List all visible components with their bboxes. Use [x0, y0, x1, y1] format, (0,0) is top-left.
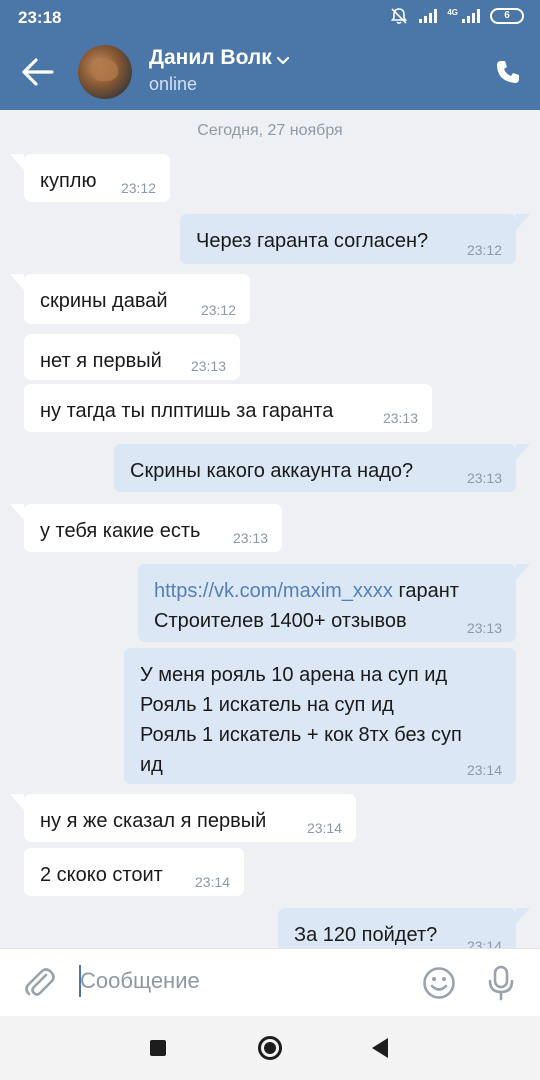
recents-icon[interactable] — [150, 1040, 166, 1056]
avatar[interactable] — [78, 45, 132, 99]
message-outgoing[interactable]: Через гаранта согласен? 23:12 — [180, 214, 530, 264]
phone-icon[interactable] — [494, 58, 522, 86]
message-time: 23:14 — [466, 762, 502, 778]
status-bar: 23:18 4G 6 — [0, 0, 540, 34]
message-input[interactable] — [80, 963, 390, 999]
message-list[interactable]: Сегодня, 27 ноября куплю 23:12 Через гар… — [0, 110, 540, 948]
message-time: 23:14 — [466, 938, 502, 948]
message-incoming[interactable]: нет я первый 23:13 — [24, 334, 240, 380]
paperclip-icon[interactable] — [22, 965, 56, 1001]
message-time: 23:13 — [466, 620, 502, 636]
message-time: 23:13 — [190, 358, 226, 374]
message-text: Скрины какого аккаунта надо? — [130, 460, 414, 482]
contact-name[interactable]: Данил Волк — [149, 46, 272, 70]
status-icons: 4G 6 — [389, 6, 524, 26]
battery-icon: 6 — [490, 8, 524, 24]
status-time: 23:18 — [18, 8, 62, 27]
message-link[interactable]: https://vk.com/maxim_xxxx — [154, 580, 393, 602]
message-time: 23:12 — [200, 302, 236, 318]
network-type-label: 4G — [447, 7, 458, 17]
message-outgoing[interactable]: За 120 пойдет? 23:14 — [278, 908, 530, 948]
message-composer — [0, 948, 540, 1016]
chat-header: Данил Волк online — [0, 34, 540, 110]
date-separator: Сегодня, 27 ноября — [197, 122, 343, 139]
notifications-off-icon — [391, 8, 408, 25]
message-incoming[interactable]: 2 скоко стоит 23:14 — [24, 848, 244, 896]
message-incoming[interactable]: ну тагда ты плптишь за гаранта 23:13 — [24, 384, 432, 432]
message-outgoing[interactable]: Скрины какого аккаунта надо? 23:13 — [114, 444, 530, 492]
message-text-line3: Рояль 1 искатель + кок 8тх без суп — [140, 724, 462, 746]
system-navigation-bar — [0, 1016, 540, 1080]
battery-level: 6 — [504, 10, 510, 21]
back-arrow-icon[interactable] — [20, 56, 56, 88]
system-back-icon[interactable] — [372, 1038, 388, 1058]
message-incoming[interactable]: ну я же сказал я первый 23:14 — [10, 794, 356, 842]
message-time: 23:14 — [306, 820, 342, 836]
message-outgoing[interactable]: https://vk.com/maxim_xxxx гарант Строите… — [138, 564, 530, 642]
message-time: 23:12 — [120, 180, 156, 196]
message-text: ну тагда ты плптишь за гаранта — [40, 400, 334, 422]
message-outgoing[interactable]: У меня рояль 10 арена на суп ид Рояль 1 … — [124, 648, 516, 784]
message-text-tail: гарант — [392, 580, 459, 602]
message-text: https://vk.com/maxim_xxxx гарант — [154, 576, 516, 606]
message-text-line1: У меня рояль 10 арена на суп ид — [140, 664, 448, 686]
signal-icon-2 — [462, 9, 480, 23]
message-time: 23:13 — [466, 470, 502, 486]
message-text-line2: Рояль 1 искатель на суп ид — [140, 694, 394, 716]
emoji-icon[interactable] — [422, 966, 456, 1000]
message-text-line4: ид — [140, 754, 163, 776]
message-incoming[interactable]: у тебя какие есть 23:13 — [10, 504, 282, 552]
message-time: 23:13 — [232, 530, 268, 546]
home-icon[interactable] — [258, 1036, 282, 1060]
message-incoming[interactable]: скрины давай 23:12 — [10, 274, 250, 324]
message-time: 23:13 — [382, 410, 418, 426]
microphone-icon[interactable] — [486, 965, 516, 1001]
message-text-line2: Строителев 1400+ отзывов — [154, 610, 407, 632]
message-time: 23:12 — [466, 242, 502, 258]
message-incoming[interactable]: куплю 23:12 — [10, 154, 170, 202]
chevron-down-icon[interactable] — [276, 54, 290, 68]
contact-status: online — [149, 74, 198, 94]
message-time: 23:14 — [194, 874, 230, 890]
signal-icon — [419, 9, 438, 23]
